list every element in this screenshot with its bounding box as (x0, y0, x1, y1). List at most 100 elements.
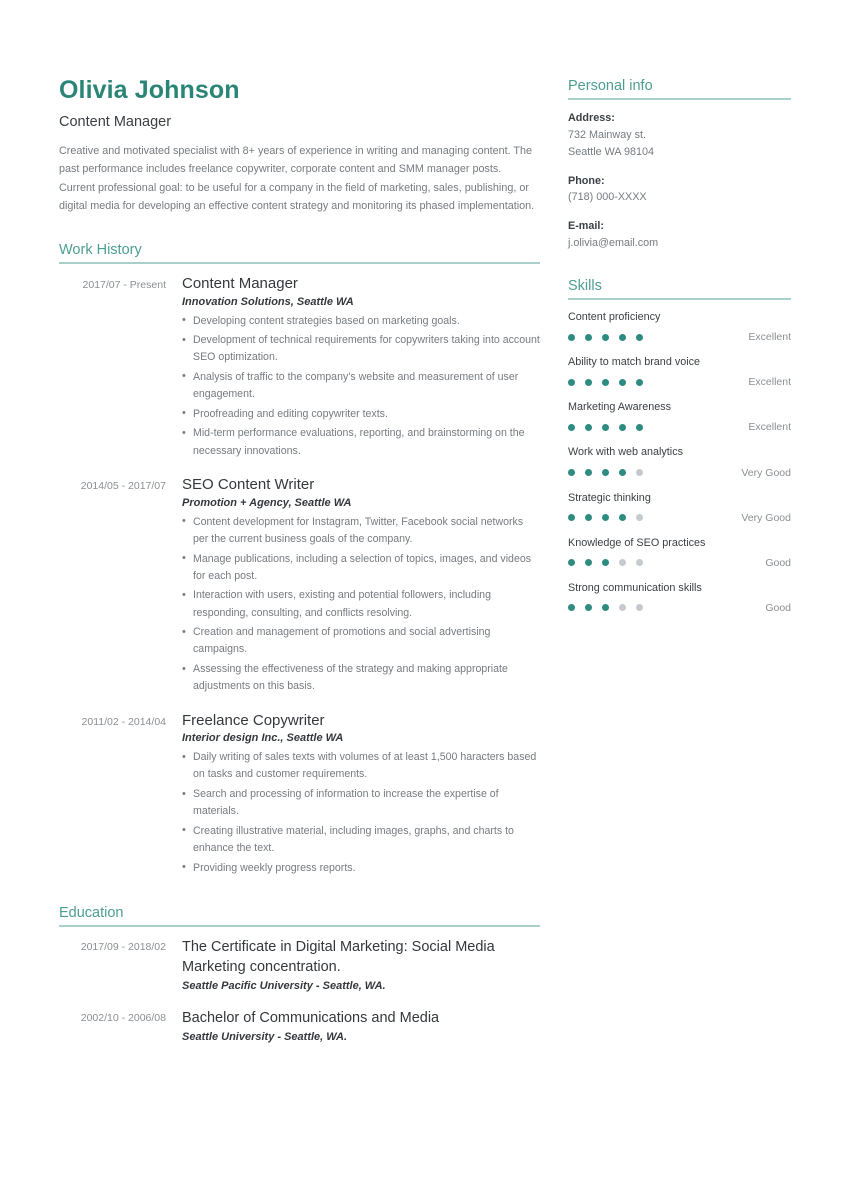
rating-dot-filled (619, 333, 626, 341)
entry-employer: Promotion + Agency, Seattle WA (182, 496, 352, 509)
skills-list: Content proficiency Excellent Ability to m… (568, 310, 791, 614)
entry-degree: Bachelor of Communications and Media (182, 1010, 440, 1027)
education-section: Education 2017/09 - 2018/02 The Certifica… (59, 905, 540, 1043)
rating-dot-filled (568, 333, 575, 341)
entry-dates: 2011/02 - 2014/04 (81, 715, 166, 728)
rating-dot-filled (636, 378, 643, 386)
rating-dot-filled (568, 514, 575, 522)
personal-info-section: Personal info Address: 732 Mainway st. Sea… (568, 78, 791, 252)
entry-degree: The Certificate in Digital Marketing: So… (182, 939, 495, 976)
rating-dot-empty (619, 559, 626, 567)
personal-info-group: Address: 732 Mainway st. Seattle WA 98104 (568, 110, 791, 162)
skill-rating-row: Good (568, 557, 791, 569)
resume-page: Olivia Johnson Content Manager Creative … (0, 0, 850, 1202)
rating-dot-empty (636, 514, 643, 522)
work-history-list: 2017/07 - Present Content Manager Innovati… (59, 274, 540, 879)
skill-level-label: Good (765, 601, 791, 614)
entry-body: Content Manager Innovation Solutions, Sea… (166, 274, 540, 462)
rating-dot-empty (636, 604, 643, 612)
skill-name: Marketing Awareness (568, 401, 672, 414)
resume-header: Olivia Johnson Content Manager Creative … (59, 76, 540, 216)
candidate-job-title: Content Manager (59, 113, 172, 130)
personal-info-value: Seattle WA 98104 (568, 146, 655, 159)
personal-info-heading: Personal info (568, 78, 653, 94)
skill-rating-row: Very Good (568, 512, 791, 524)
personal-info-group: Phone: (718) 000-XXXX (568, 173, 791, 207)
entry-dates: 2014/05 - 2017/07 (80, 480, 166, 493)
rating-dot-filled (585, 423, 592, 431)
personal-info-label: E-mail: (568, 219, 604, 232)
personal-info-label: Phone: (568, 174, 605, 187)
entry-bullet: Search and processing of information to … (182, 786, 540, 820)
skill-item: Strategic thinking Very Good (568, 491, 791, 524)
skill-level-label: Good (765, 556, 791, 569)
personal-info-group: E-mail: j.olivia@email.com (568, 218, 791, 252)
skill-level-label: Excellent (748, 376, 791, 389)
rating-dot-filled (602, 423, 609, 431)
rating-dot-filled (602, 604, 609, 612)
rating-dot-filled (585, 514, 592, 522)
personal-info-divider (568, 98, 791, 100)
candidate-name: Olivia Johnson (59, 76, 240, 104)
rating-dot-filled (619, 423, 626, 431)
skill-rating-dots (568, 423, 643, 431)
rating-dot-filled (636, 333, 643, 341)
entry-bullet: Developing content strategies based on m… (182, 312, 540, 330)
rating-dot-filled (568, 378, 575, 386)
skill-level-label: Excellent (748, 331, 791, 344)
skill-item: Content proficiency Excellent (568, 310, 791, 343)
skill-item: Strong communication skills Good (568, 581, 791, 614)
skill-rating-row: Excellent (568, 376, 791, 388)
rating-dot-filled (602, 333, 609, 341)
skill-rating-dots (568, 604, 643, 612)
entry-dates: 2017/09 - 2018/02 (80, 941, 166, 954)
work-history-entry: 2017/07 - Present Content Manager Innovati… (59, 274, 540, 462)
entry-bullet: Creation and management of promotions an… (182, 624, 540, 658)
entry-employer: Innovation Solutions, Seattle WA (182, 295, 354, 308)
entry-job-title: Content Manager (182, 275, 298, 292)
skill-rating-row: Very Good (568, 467, 791, 479)
entry-dates: 2002/10 - 2006/08 (80, 1012, 166, 1025)
entry-employer: Interior design Inc., Seattle WA (182, 732, 344, 745)
skill-rating-dots (568, 333, 643, 341)
rating-dot-filled (568, 423, 575, 431)
education-heading: Education (59, 905, 124, 922)
entry-bullet-list: Content development for Instagram, Twitt… (182, 513, 540, 696)
skills-heading: Skills (568, 278, 602, 295)
rating-dot-filled (602, 378, 609, 386)
entry-job-title: SEO Content Writer (182, 476, 315, 494)
skill-item: Marketing Awareness Excellent (568, 400, 791, 433)
skill-rating-dots (568, 559, 643, 567)
entry-job-title: Freelance Copywriter (182, 711, 325, 729)
entry-bullet: Analysis of traffic to the company’s web… (182, 368, 540, 403)
main-column: Olivia Johnson Content Manager Creative … (59, 76, 540, 1059)
personal-info-list: Address: 732 Mainway st. Seattle WA 98104 P… (568, 110, 791, 252)
skill-rating-dots (568, 378, 643, 386)
entry-bullet: Daily writing of sales texts with volume… (182, 749, 540, 783)
rating-dot-filled (585, 469, 592, 477)
entry-bullet: Assessing the effectiveness of the strat… (182, 660, 540, 695)
entry-bullet-list: Daily writing of sales texts with volume… (182, 749, 540, 877)
rating-dot-filled (602, 469, 609, 477)
entry-bullet: Mid-term performance evaluations, report… (182, 425, 540, 459)
professional-summary: Creative and motivated specialist with 8… (59, 144, 535, 213)
rating-dot-filled (568, 559, 575, 567)
skill-name: Work with web analytics (568, 446, 684, 459)
entry-bullet: Providing weekly progress reports. (182, 859, 540, 877)
skills-section: Skills Content proficiency Excellent Abili… (568, 278, 791, 614)
entry-bullet-list: Developing content strategies based on m… (182, 312, 540, 460)
entry-dates: 2017/07 - Present (82, 279, 166, 291)
skill-level-label: Excellent (748, 421, 791, 434)
personal-info-label: Address: (568, 112, 615, 124)
skill-level-label: Very Good (741, 511, 791, 524)
sidebar-column: Personal info Address: 732 Mainway st. Sea… (568, 78, 791, 626)
rating-dot-filled (585, 333, 592, 341)
skill-rating-dots (568, 514, 643, 522)
education-entry: 2017/09 - 2018/02 The Certificate in Digi… (59, 937, 540, 992)
rating-dot-empty (636, 469, 643, 477)
entry-body: Freelance Copywriter Interior design Inc.… (166, 711, 540, 880)
entry-institution: Seattle University - Seattle, WA. (182, 1031, 348, 1044)
work-history-divider (59, 262, 540, 264)
entry-institution: Seattle Pacific University - Seattle, WA… (182, 980, 386, 993)
rating-dot-empty (636, 559, 643, 567)
